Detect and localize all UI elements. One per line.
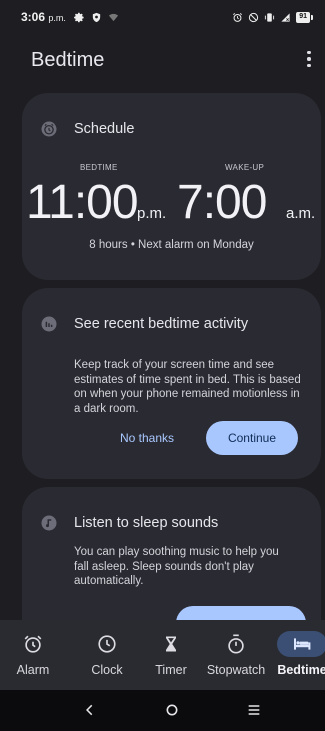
nav-timer[interactable]: Timer [150, 620, 192, 690]
nav-stopwatch-label: Stopwatch [206, 663, 266, 677]
bedtime-ampm: p.m. [137, 205, 167, 222]
recents-icon[interactable] [242, 698, 266, 722]
alarm-icon [233, 12, 243, 22]
activity-title: See recent bedtime activity [74, 316, 249, 332]
signal-icon [281, 12, 290, 22]
schedule-header: Schedule [39, 119, 134, 139]
system-navigation-bar [0, 690, 325, 731]
stopwatch-icon [225, 631, 247, 657]
bedtime-screen: 3:06 p.m. 91 Bedtime Schedule BEDTIME WA… [0, 0, 325, 731]
wifi-icon [108, 13, 118, 21]
sounds-description: You can play soothing music to help you … [74, 546, 279, 587]
hourglass-icon [161, 631, 181, 657]
home-icon[interactable] [160, 698, 184, 722]
nav-bedtime[interactable]: Bedtime [276, 620, 325, 690]
clock-icon [96, 631, 118, 657]
nav-bedtime-label: Bedtime [277, 663, 325, 677]
page-title: Bedtime [31, 48, 105, 71]
bar-chart-icon [39, 314, 59, 334]
gear-icon [73, 12, 84, 22]
bed-icon [277, 631, 325, 657]
activity-header: See recent bedtime activity [39, 314, 248, 334]
activity-description: Keep track of your screen time and see e… [74, 359, 301, 415]
nav-alarm[interactable]: Alarm [12, 620, 54, 690]
schedule-card[interactable]: Schedule BEDTIME WAKE-UP 11:00 p.m. 7:00… [22, 93, 321, 280]
bedtime-time[interactable]: 11:00 [26, 177, 139, 229]
status-bar: 3:06 p.m. 91 [0, 0, 325, 34]
more-vert-icon[interactable] [299, 46, 319, 72]
vibrate-icon [265, 12, 275, 22]
wakeup-ampm: a.m. [286, 205, 316, 222]
sounds-title: Listen to sleep sounds [74, 515, 219, 531]
nav-alarm-label: Alarm [16, 663, 50, 677]
status-time: 3:06 p.m. [21, 10, 66, 24]
do-not-disturb-icon [249, 12, 259, 22]
bedtime-label: BEDTIME [80, 163, 118, 172]
wakeup-label: WAKE-UP [225, 163, 265, 172]
shield-icon [92, 12, 101, 22]
wakeup-time[interactable]: 7:00 [177, 177, 267, 229]
back-icon[interactable] [78, 698, 102, 722]
sounds-header: Listen to sleep sounds [39, 513, 218, 533]
bedtime-activity-card: See recent bedtime activity Keep track o… [22, 288, 321, 479]
alarm-icon [22, 631, 44, 657]
app-bar: Bedtime [0, 34, 325, 86]
nav-timer-label: Timer [155, 663, 187, 677]
continue-button[interactable]: Continue [206, 421, 298, 455]
nav-clock[interactable]: Clock [86, 620, 128, 690]
no-thanks-button[interactable]: No thanks [120, 431, 174, 445]
nav-stopwatch[interactable]: Stopwatch [205, 620, 267, 690]
schedule-title: Schedule [74, 121, 135, 137]
schedule-summary: 8 hours • Next alarm on Monday [89, 239, 254, 251]
battery-icon: 91 [296, 11, 313, 23]
nav-clock-label: Clock [91, 663, 123, 677]
bottom-nav: Alarm Clock Timer Stopwatch Bedtime [0, 620, 325, 690]
music-note-icon [39, 513, 59, 533]
alarm-clock-icon [39, 119, 59, 139]
